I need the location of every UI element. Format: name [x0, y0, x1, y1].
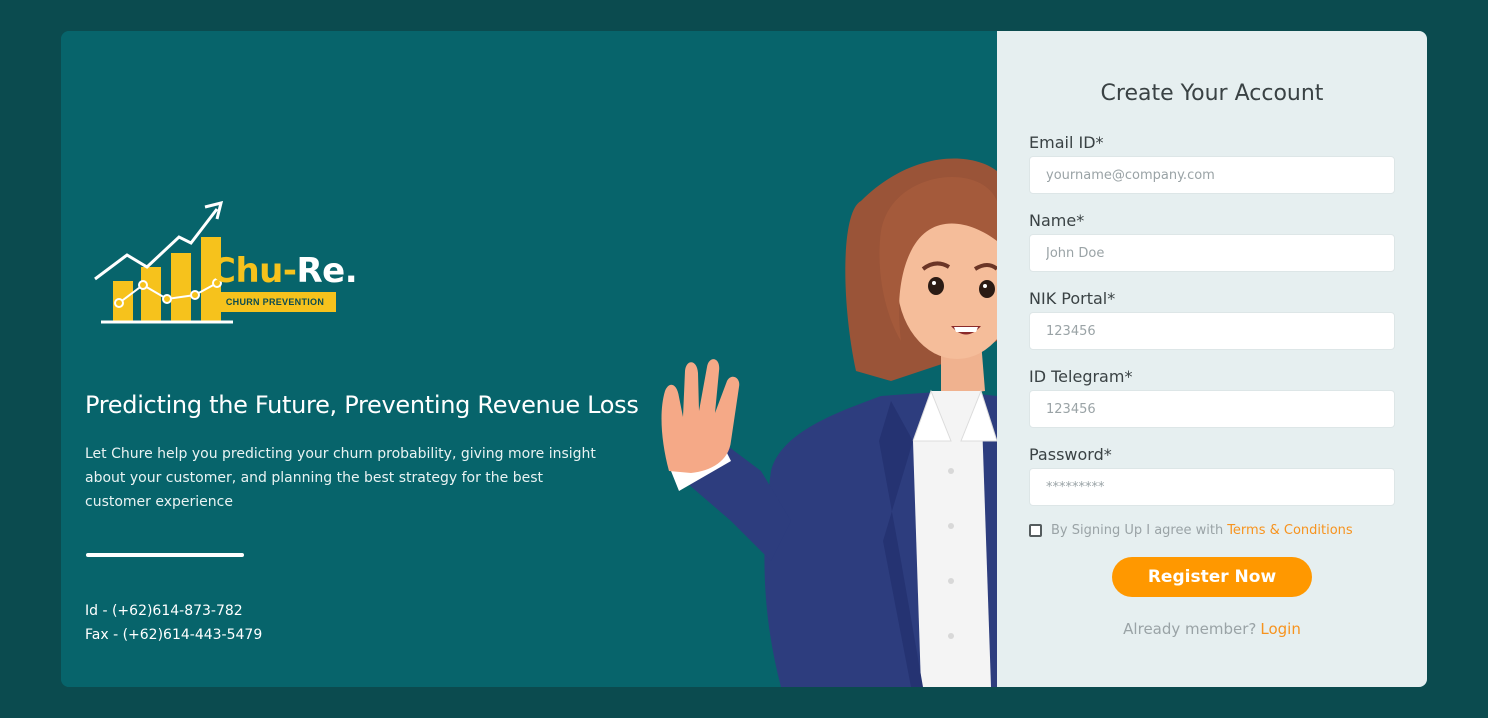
name-label: Name*	[1029, 211, 1085, 230]
agree-text: By Signing Up I agree with	[1051, 523, 1224, 538]
email-label: Email ID*	[1029, 133, 1104, 152]
divider-line	[86, 553, 244, 557]
brand-name-main: Chu-	[211, 251, 297, 291]
hero-headline: Predicting the Future, Preventing Revenu…	[85, 391, 639, 419]
signup-card: Chu-Re. CHURN PREVENTION Predicting the …	[61, 31, 1427, 687]
terms-checkbox[interactable]	[1029, 524, 1042, 537]
signup-form-panel: Create Your Account Email ID* Name* NIK …	[997, 31, 1427, 687]
name-field[interactable]	[1029, 234, 1395, 272]
contact-id: Id - (+62)614-873-782	[85, 603, 243, 619]
hero-description: Let Chure help you predicting your churn…	[85, 446, 596, 510]
form-title: Create Your Account	[1100, 81, 1324, 106]
telegram-id-label: ID Telegram*	[1029, 367, 1133, 386]
brand-name-accent: Re.	[296, 251, 358, 291]
password-label: Password*	[1029, 445, 1112, 464]
terms-agreement: By Signing Up I agree with Terms & Condi…	[1029, 523, 1353, 538]
email-field[interactable]	[1029, 156, 1395, 194]
already-member: Already member? Login	[997, 620, 1427, 638]
contact-fax: Fax - (+62)614-443-5479	[85, 627, 263, 643]
nik-portal-label: NIK Portal*	[1029, 289, 1116, 308]
brand-tagline: CHURN PREVENTION	[214, 292, 336, 312]
password-field[interactable]	[1029, 468, 1395, 506]
nik-portal-field[interactable]	[1029, 312, 1395, 350]
terms-link[interactable]: Terms & Conditions	[1227, 523, 1353, 538]
waving-woman-illustration	[661, 158, 997, 687]
telegram-id-field[interactable]	[1029, 390, 1395, 428]
brand-name: Chu-Re.	[211, 251, 358, 291]
hero-panel: Chu-Re. CHURN PREVENTION Predicting the …	[61, 31, 997, 687]
login-link[interactable]: Login	[1260, 620, 1300, 638]
register-button[interactable]: Register Now	[1112, 557, 1312, 597]
already-member-text: Already member?	[1123, 620, 1257, 638]
contact-info: Id - (+62)614-873-782 Fax - (+62)614-443…	[85, 599, 262, 647]
